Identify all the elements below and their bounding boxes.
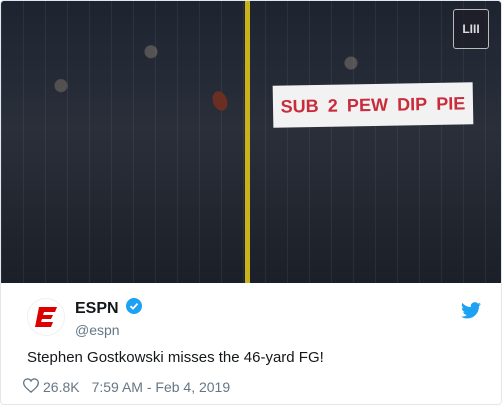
super-bowl-logo: LIII <box>453 9 489 49</box>
verified-badge-icon <box>126 298 143 319</box>
espn-logo-avatar[interactable] <box>27 298 65 336</box>
banner-word: PEW <box>346 94 389 115</box>
twitter-bird-icon[interactable] <box>461 302 481 324</box>
tweet-photo[interactable]: SUB 2 PEW DIP PIE LIII <box>1 1 501 283</box>
goal-net <box>1 1 501 283</box>
fan-banner: SUB 2 PEW DIP PIE <box>272 82 474 128</box>
author-handle[interactable]: @espn <box>75 322 142 338</box>
espn-e-icon <box>35 307 57 327</box>
goal-post-upright <box>245 1 250 283</box>
banner-word: 2 <box>327 95 338 116</box>
tweet-content: ESPN @espn Stephen Gostkowski misses the… <box>1 283 501 404</box>
like-count[interactable]: 26.8K <box>43 379 80 395</box>
banner-word: SUB <box>280 95 319 117</box>
heart-icon[interactable] <box>22 378 40 396</box>
tweet-timestamp[interactable]: 7:59 AM - Feb 4, 2019 <box>92 379 231 395</box>
tweet-card[interactable]: SUB 2 PEW DIP PIE LIII ESPN @espn Stephe… <box>0 0 502 405</box>
banner-word: PIE <box>436 92 466 114</box>
author-block[interactable]: ESPN @espn <box>75 298 143 338</box>
tweet-header: ESPN @espn <box>27 298 481 338</box>
banner-word: DIP <box>396 93 428 115</box>
tweet-meta: 26.8K 7:59 AM - Feb 4, 2019 <box>22 378 231 396</box>
author-name[interactable]: ESPN <box>75 300 119 318</box>
tweet-text: Stephen Gostkowski misses the 46-yard FG… <box>27 349 324 366</box>
